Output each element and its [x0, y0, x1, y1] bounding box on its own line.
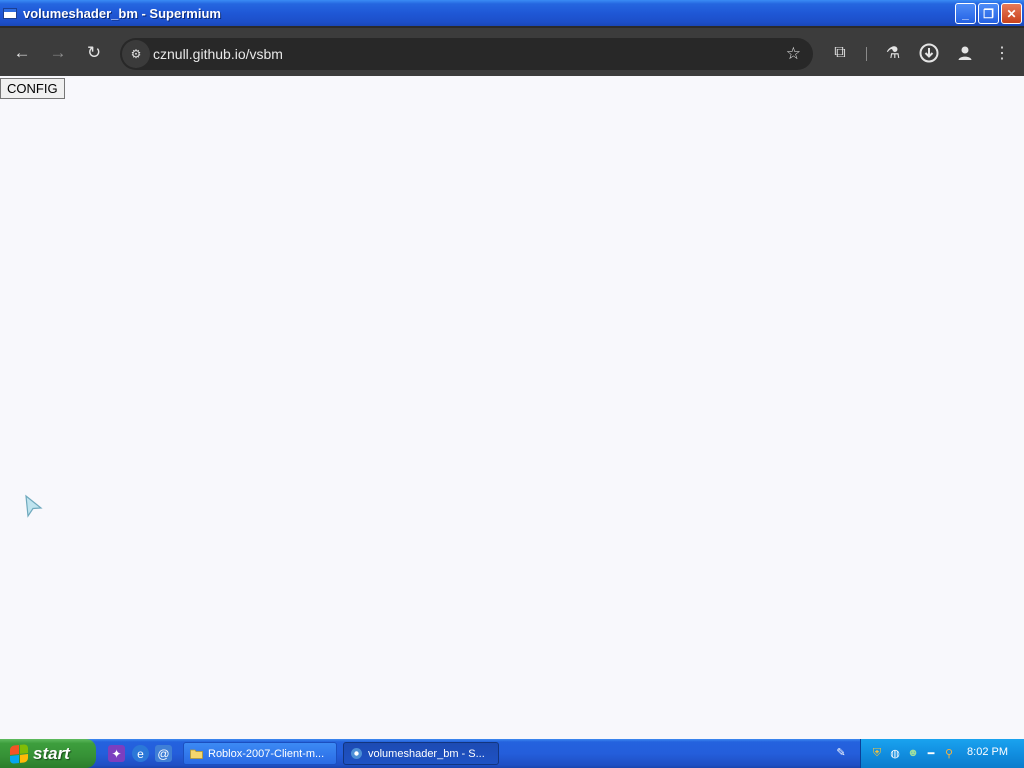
clock[interactable]: 8:02 PM: [967, 746, 1008, 758]
extensions-button[interactable]: ⧉: [827, 40, 853, 66]
reload-button[interactable]: ↻: [81, 40, 107, 66]
mouse-pointer-icon: [25, 494, 43, 518]
reload-icon: ↻: [86, 43, 102, 62]
taskbar-item-roblox-folder[interactable]: Roblox-2007-Client-m...: [183, 742, 337, 765]
downloads-button[interactable]: [916, 40, 942, 66]
browser-menu-button[interactable]: ⋮: [989, 40, 1015, 66]
window-controls: _ ❐ ✕: [955, 3, 1022, 24]
profile-icon: [958, 46, 972, 60]
start-button[interactable]: start: [0, 739, 96, 768]
labs-button[interactable]: ⚗: [880, 40, 906, 66]
start-label: start: [33, 743, 70, 763]
minimize-button[interactable]: _: [955, 3, 976, 24]
volume-icon[interactable]: ━: [924, 746, 938, 760]
network-icon[interactable]: ◍: [888, 746, 902, 760]
forward-arrow-icon: →: [49, 43, 67, 62]
back-button[interactable]: ←: [9, 40, 35, 66]
tune-icon: ⚙: [130, 47, 142, 61]
messenger-icon[interactable]: ✦: [108, 745, 125, 762]
people-icon[interactable]: ☻: [906, 746, 920, 760]
taskbar: start ✦ e @ Roblox-2007-Client-m... volu…: [0, 739, 1024, 768]
search-icon[interactable]: ⚲: [942, 746, 956, 760]
supermium-icon: [351, 748, 362, 759]
task-label: Roblox-2007-Client-m...: [208, 747, 325, 760]
address-bar[interactable]: ⚙ cznull.github.io/vsbm ☆: [120, 38, 813, 70]
minimize-icon: _: [962, 6, 969, 21]
taskbar-item-supermium[interactable]: volumeshader_bm - S...: [343, 742, 499, 765]
forward-button[interactable]: →: [45, 40, 71, 66]
app-window-icon: [3, 7, 17, 19]
window-title: volumeshader_bm - Supermium: [23, 5, 221, 21]
restore-button[interactable]: ❐: [978, 3, 999, 24]
outlook-express-icon[interactable]: @: [155, 745, 172, 762]
pen-icon[interactable]: ✎: [834, 745, 848, 759]
security-shield-icon[interactable]: ⛨: [870, 746, 884, 760]
internet-explorer-icon[interactable]: e: [132, 745, 149, 762]
toolbar-divider: [866, 47, 867, 61]
task-label: volumeshader_bm - S...: [368, 747, 485, 760]
system-tray: ⛨ ◍ ☻ ━ ⚲ 8:02 PM: [860, 739, 1024, 768]
flask-icon: ⚗: [885, 45, 901, 62]
windows-flag-icon: [10, 743, 28, 764]
browser-toolbar: ← → ↻ ⚙ cznull.github.io/vsbm ☆ ⧉ ⚗ ⋮: [0, 26, 1024, 78]
close-icon: ✕: [1006, 6, 1017, 21]
restore-icon: ❐: [983, 6, 994, 21]
folder-icon: [190, 749, 203, 759]
kebab-menu-icon: ⋮: [994, 45, 1010, 62]
window-titlebar[interactable]: volumeshader_bm - Supermium _ ❐ ✕: [0, 0, 1024, 26]
download-icon: [919, 43, 939, 63]
config-button[interactable]: CONFIG: [0, 78, 65, 99]
bookmark-star-icon[interactable]: ☆: [786, 45, 801, 62]
url-text[interactable]: cznull.github.io/vsbm: [153, 46, 283, 62]
back-arrow-icon: ←: [13, 43, 31, 62]
web-page-content[interactable]: CONFIG: [0, 76, 1024, 739]
profile-button[interactable]: [952, 40, 978, 66]
puzzle-icon: ⧉: [834, 44, 846, 61]
site-settings-button[interactable]: ⚙: [122, 40, 150, 68]
close-button[interactable]: ✕: [1001, 3, 1022, 24]
